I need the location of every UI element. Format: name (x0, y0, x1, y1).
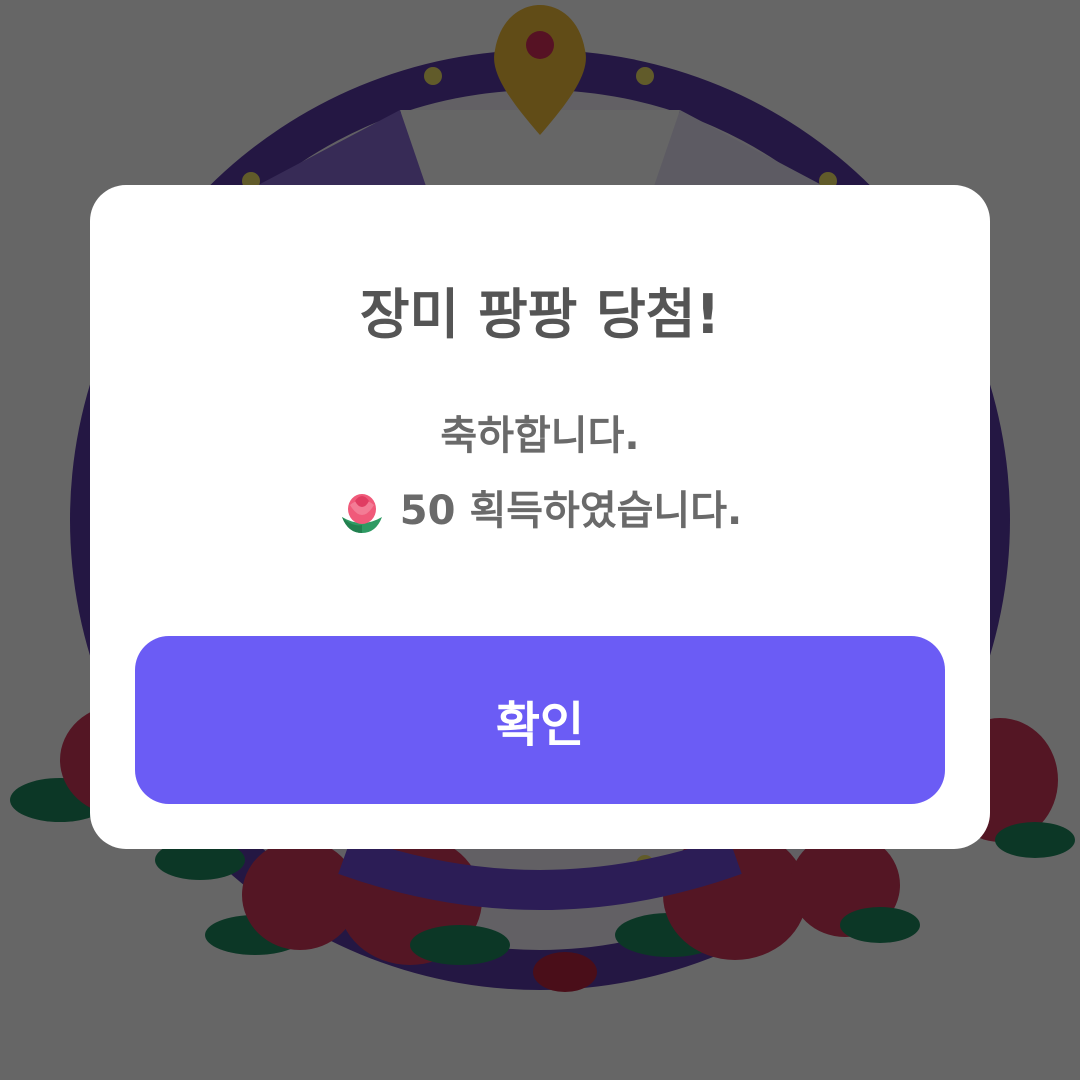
reward-suffix: 획득하였습니다. (469, 488, 743, 534)
reward-message: 50 획득하였습니다. (0, 487, 1080, 535)
dialog-title: 장미 팡팡 당첨! (359, 283, 721, 346)
screen: 장미 팡팡 당첨! 축하합니다. 50 획득하였습니다. 확인 (0, 0, 1080, 1080)
congrats-message: 축하합니다. (440, 413, 640, 459)
rose-icon (341, 494, 382, 533)
confirm-button[interactable]: 확인 (135, 636, 945, 804)
reward-amount: 50 (399, 488, 456, 534)
